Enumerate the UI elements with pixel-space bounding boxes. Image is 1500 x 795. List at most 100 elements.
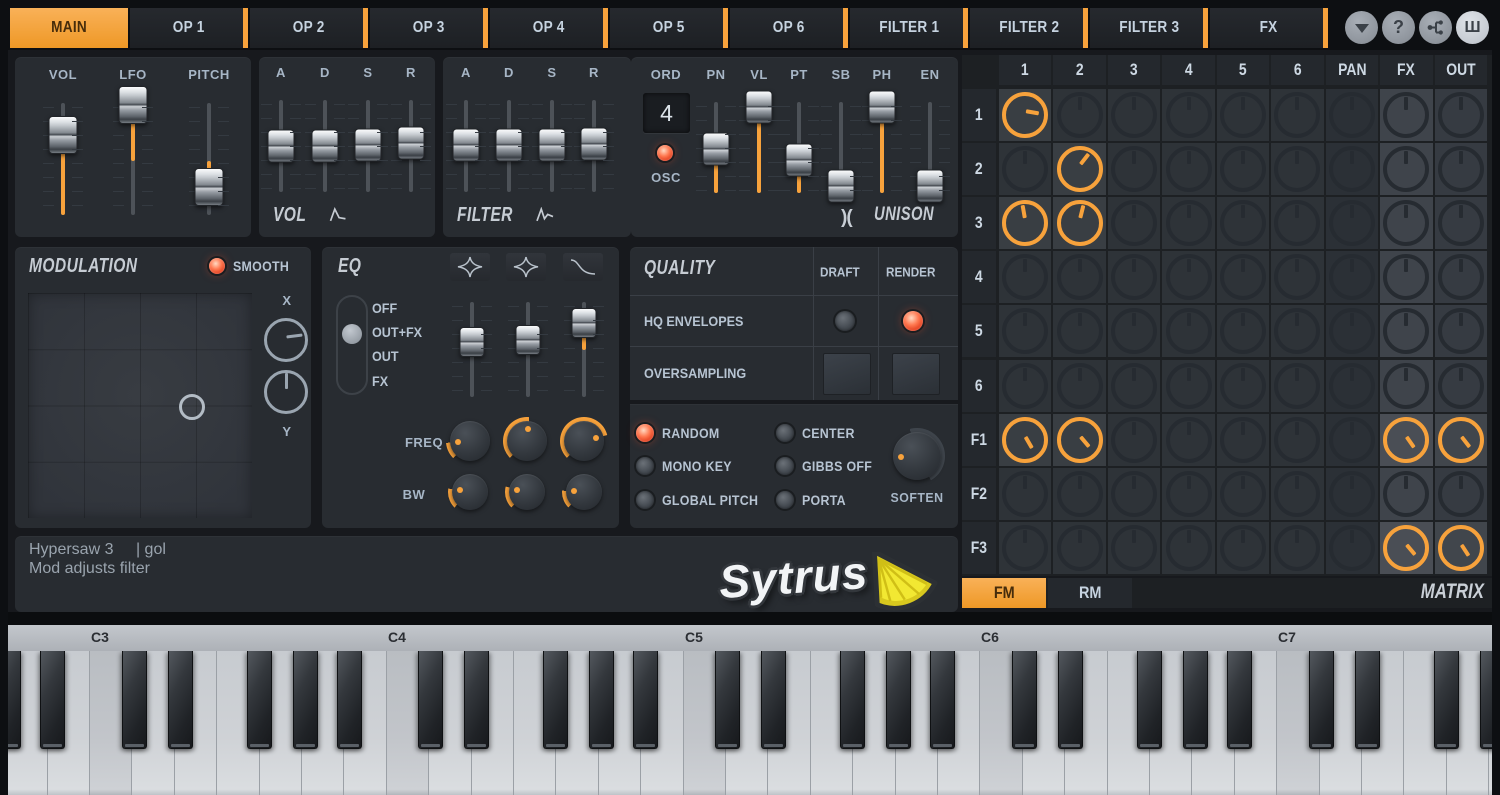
matrix-knob[interactable] <box>1002 254 1048 300</box>
matrix-cell-3-2[interactable] <box>1053 197 1105 249</box>
matrix-cell-1-2[interactable] <box>1053 89 1105 141</box>
matrix-cell-4-3[interactable] <box>1108 251 1160 303</box>
matrix-knob[interactable] <box>1274 471 1320 517</box>
matrix-cell-1-6[interactable] <box>1271 89 1323 141</box>
matrix-knob[interactable] <box>1002 92 1048 138</box>
matrix-cell-4-2[interactable] <box>1053 251 1105 303</box>
black-key-c-sharp3[interactable] <box>122 651 147 749</box>
black-key-f-sharp3[interactable] <box>247 651 272 749</box>
radio-porta[interactable]: PORTA <box>776 491 850 509</box>
matrix-knob[interactable] <box>1329 146 1375 192</box>
matrix-cell-5-1[interactable] <box>999 305 1051 357</box>
matrix-knob[interactable] <box>1166 525 1212 571</box>
mod-y-knob[interactable] <box>264 370 308 414</box>
black-key-d-sharp6[interactable] <box>1058 651 1083 749</box>
matrix-knob[interactable] <box>1383 254 1429 300</box>
tab-filter-1[interactable]: FILTER 1 <box>850 8 968 48</box>
matrix-knob[interactable] <box>1111 308 1157 354</box>
matrix-cell-6-fx[interactable] <box>1380 360 1432 412</box>
matrix-cell-1-3[interactable] <box>1108 89 1160 141</box>
hq-envelopes-draft-led[interactable] <box>835 311 855 331</box>
matrix-cell-6-5[interactable] <box>1217 360 1269 412</box>
matrix-cell-6-out[interactable] <box>1435 360 1487 412</box>
matrix-cell-4-6[interactable] <box>1271 251 1323 303</box>
matrix-knob[interactable] <box>1002 146 1048 192</box>
matrix-knob[interactable] <box>1002 363 1048 409</box>
matrix-cell-6-6[interactable] <box>1271 360 1323 412</box>
black-key-a-sharp2[interactable] <box>40 651 65 749</box>
oversampling-render-box[interactable] <box>892 353 940 395</box>
matrix-cell-f1-2[interactable] <box>1053 414 1105 466</box>
matrix-knob[interactable] <box>1166 254 1212 300</box>
smooth-radio[interactable]: SMOOTH <box>209 258 294 274</box>
matrix-knob[interactable] <box>1329 417 1375 463</box>
matrix-knob[interactable] <box>1111 525 1157 571</box>
matrix-knob[interactable] <box>1111 200 1157 246</box>
rm-tab[interactable]: RM <box>1048 578 1132 608</box>
slider-handle[interactable] <box>119 86 148 124</box>
matrix-cell-f3-5[interactable] <box>1217 522 1269 574</box>
matrix-cell-f2-out[interactable] <box>1435 468 1487 520</box>
matrix-knob[interactable] <box>1220 92 1266 138</box>
matrix-knob[interactable] <box>1438 471 1484 517</box>
matrix-knob[interactable] <box>1111 471 1157 517</box>
black-key-g-sharp2[interactable] <box>8 651 21 749</box>
matrix-knob[interactable] <box>1274 417 1320 463</box>
freq-knob-3[interactable] <box>560 417 608 465</box>
slider-handle[interactable] <box>268 130 295 163</box>
slider-handle[interactable] <box>496 129 523 162</box>
radio-center[interactable]: CENTER <box>776 424 859 442</box>
black-key-g-sharp3[interactable] <box>293 651 318 749</box>
slider-SB[interactable] <box>824 102 858 193</box>
matrix-knob[interactable] <box>1274 308 1320 354</box>
tab-op-4[interactable]: OP 4 <box>490 8 608 48</box>
black-key-c-sharp4[interactable] <box>418 651 443 749</box>
bw-knob-2[interactable] <box>505 470 549 514</box>
matrix-cell-5-4[interactable] <box>1162 305 1214 357</box>
matrix-knob[interactable] <box>1438 92 1484 138</box>
black-key-a-sharp3[interactable] <box>337 651 362 749</box>
slider-handle[interactable] <box>746 91 773 124</box>
soften-knob[interactable] <box>889 428 945 484</box>
tab-op-5[interactable]: OP 5 <box>610 8 728 48</box>
matrix-knob[interactable] <box>1383 417 1429 463</box>
oversampling-draft-box[interactable] <box>823 353 871 395</box>
modulation-xy-pad[interactable] <box>28 293 252 518</box>
matrix-knob[interactable] <box>1220 254 1266 300</box>
matrix-cell-5-2[interactable] <box>1053 305 1105 357</box>
eq-band-1-button[interactable] <box>450 253 490 281</box>
slider-band[interactable] <box>567 302 601 397</box>
matrix-knob[interactable] <box>1057 146 1103 192</box>
matrix-knob[interactable] <box>1329 308 1375 354</box>
matrix-knob[interactable] <box>1329 363 1375 409</box>
black-key-g-sharp6[interactable] <box>1183 651 1208 749</box>
slider-handle[interactable] <box>49 116 78 154</box>
matrix-knob[interactable] <box>1166 92 1212 138</box>
radio-global-pitch[interactable]: GLOBAL PITCH <box>636 491 767 509</box>
matrix-cell-f2-4[interactable] <box>1162 468 1214 520</box>
matrix-cell-f2-2[interactable] <box>1053 468 1105 520</box>
black-key-c-sharp6[interactable] <box>1012 651 1037 749</box>
matrix-knob[interactable] <box>1111 417 1157 463</box>
matrix-knob[interactable] <box>1329 471 1375 517</box>
matrix-knob[interactable] <box>1438 525 1484 571</box>
matrix-knob[interactable] <box>1057 471 1103 517</box>
matrix-cell-f3-6[interactable] <box>1271 522 1323 574</box>
slider-PT[interactable] <box>782 102 816 193</box>
matrix-cell-1-4[interactable] <box>1162 89 1214 141</box>
matrix-cell-6-3[interactable] <box>1108 360 1160 412</box>
black-key-a-sharp5[interactable] <box>930 651 955 749</box>
matrix-cell-2-5[interactable] <box>1217 143 1269 195</box>
unison-order-value[interactable]: 4 <box>643 93 690 133</box>
matrix-cell-f1-3[interactable] <box>1108 414 1160 466</box>
slider-handle[interactable] <box>355 129 382 162</box>
matrix-cell-5-pan[interactable] <box>1326 305 1378 357</box>
matrix-knob[interactable] <box>1220 417 1266 463</box>
matrix-knob[interactable] <box>1438 363 1484 409</box>
black-key-g-sharp5[interactable] <box>886 651 911 749</box>
slider-PITCH[interactable] <box>192 103 226 215</box>
slider-S[interactable] <box>535 100 569 192</box>
matrix-knob[interactable] <box>1329 92 1375 138</box>
matrix-cell-3-1[interactable] <box>999 197 1051 249</box>
matrix-cell-4-pan[interactable] <box>1326 251 1378 303</box>
